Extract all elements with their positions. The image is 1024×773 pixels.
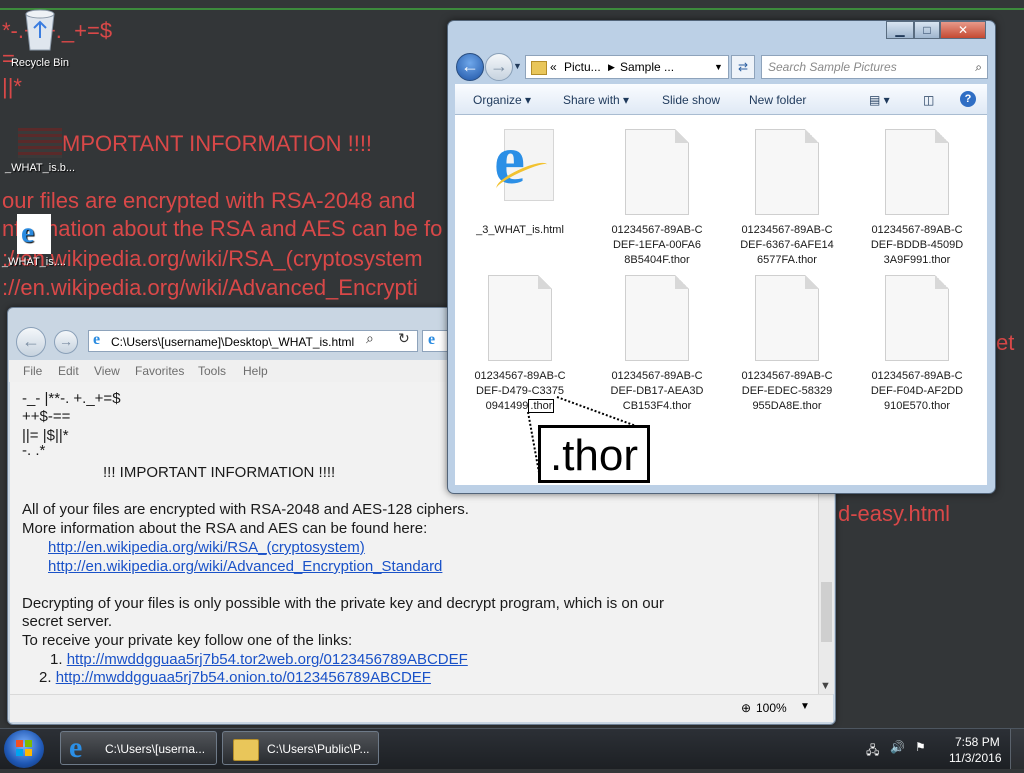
windows-logo-icon	[16, 740, 32, 756]
taskbar-item-ie[interactable]: e C:\Users\[userna...	[60, 731, 217, 765]
start-button[interactable]	[4, 730, 44, 768]
ie-icon: e	[69, 731, 83, 764]
volume-icon[interactable]: 🔊	[890, 740, 905, 754]
taskbar-item-label: C:\Users\Public\P...	[267, 742, 370, 756]
taskbar: e C:\Users\[userna... C:\Users\Public\P.…	[0, 728, 1024, 769]
folder-icon	[233, 739, 259, 761]
taskbar-item-explorer[interactable]: C:\Users\Public\P...	[222, 731, 379, 765]
clock-time[interactable]: 7:58 PM	[955, 735, 1000, 749]
show-desktop-button[interactable]	[1010, 729, 1024, 769]
thor-extension-callout: .thor	[538, 425, 650, 483]
taskbar-item-label: C:\Users\[userna...	[105, 742, 206, 756]
network-icon[interactable]: 🖧	[866, 741, 879, 762]
clock-date[interactable]: 11/3/2016	[949, 751, 1002, 765]
callout-pointer-lines	[527, 396, 648, 479]
flag-icon[interactable]: ⚑	[915, 740, 926, 754]
